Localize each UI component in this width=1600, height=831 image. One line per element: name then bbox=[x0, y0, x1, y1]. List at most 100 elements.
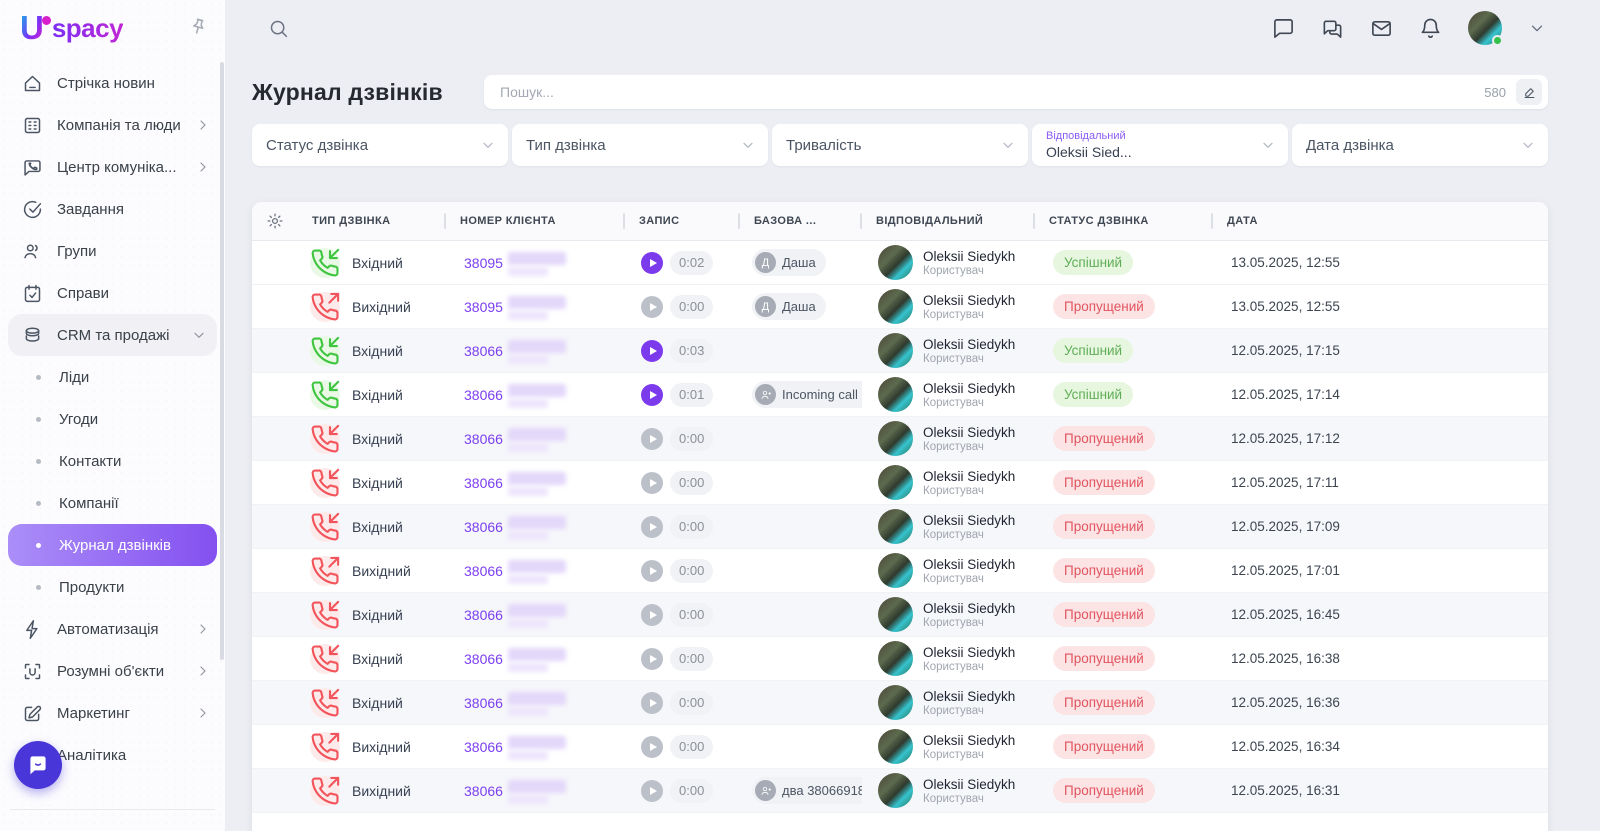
play-record-button[interactable] bbox=[641, 516, 663, 538]
call-table-row[interactable]: Вихідний 38066 0:00 Oleksii Siedykh Кори… bbox=[252, 549, 1548, 593]
client-number-link[interactable]: 38066 bbox=[464, 343, 503, 359]
client-number-link[interactable]: 38095 bbox=[464, 299, 503, 315]
call-type-label: Вихідний bbox=[352, 563, 411, 579]
sidebar-item-3[interactable]: Завдання bbox=[0, 188, 225, 230]
call-table-row[interactable]: Вхідний 38066 0:00 Oleksii Siedykh Корис… bbox=[252, 681, 1548, 725]
sidebar-item-5[interactable]: Справи bbox=[0, 272, 225, 314]
client-number-link[interactable]: 38066 bbox=[464, 695, 503, 711]
sidebar-subitem-9[interactable]: Контакти bbox=[0, 440, 225, 482]
mail-icon[interactable] bbox=[1370, 17, 1393, 40]
col-header-responsible[interactable]: ВІДПОВІДАЛЬНИЙ bbox=[862, 215, 1035, 227]
play-record-button[interactable] bbox=[641, 472, 663, 494]
call-table-row[interactable]: Вхідний 38066 0:00 Oleksii Siedykh Корис… bbox=[252, 593, 1548, 637]
smart-icon bbox=[22, 661, 43, 682]
duration-badge: 0:00 bbox=[670, 427, 713, 451]
play-record-button[interactable] bbox=[641, 736, 663, 758]
client-number-link[interactable]: 38066 bbox=[464, 783, 503, 799]
col-header-base[interactable]: БАЗОВА ... bbox=[740, 215, 862, 227]
play-record-button[interactable] bbox=[641, 296, 663, 318]
responsible-role: Користувач bbox=[923, 705, 1015, 717]
sidebar-item-6[interactable]: CRM та продажі bbox=[8, 314, 217, 356]
company-icon bbox=[22, 115, 43, 136]
filter-duration[interactable]: Тривалість bbox=[772, 124, 1028, 166]
call-table-row[interactable]: Вхідний 38095 0:02 Д Даша Oleksii Siedyk… bbox=[252, 241, 1548, 285]
sidebar-item-label: Центр комуніка... bbox=[57, 159, 177, 176]
global-search-icon[interactable] bbox=[268, 18, 289, 39]
responsible-role: Користувач bbox=[923, 265, 1015, 277]
call-table-row[interactable]: Вихідний 38066 0:00 Oleksii Siedykh Кори… bbox=[252, 725, 1548, 769]
sidebar-subitem-7[interactable]: Ліди bbox=[0, 356, 225, 398]
bell-icon[interactable] bbox=[1419, 17, 1442, 40]
base-contact-chip[interactable]: Д Даша bbox=[752, 249, 826, 276]
table-settings-button[interactable] bbox=[252, 212, 298, 230]
play-record-button[interactable] bbox=[641, 340, 663, 362]
comments-icon[interactable] bbox=[1272, 17, 1295, 40]
client-number-link[interactable]: 38066 bbox=[464, 387, 503, 403]
client-number-link[interactable]: 38066 bbox=[464, 475, 503, 491]
call-table-row[interactable]: Вихідний 38095 0:00 Д Даша Oleksii Siedy… bbox=[252, 285, 1548, 329]
sidebar-subitem-8[interactable]: Угоди bbox=[0, 398, 225, 440]
sidebar-item-0[interactable]: Стрічка новин bbox=[0, 62, 225, 104]
col-header-client-number[interactable]: НОМЕР КЛІЄНТА bbox=[446, 215, 625, 227]
client-number-link[interactable]: 38066 bbox=[464, 431, 503, 447]
play-record-button[interactable] bbox=[641, 560, 663, 582]
play-record-button[interactable] bbox=[641, 648, 663, 670]
sidebar-subitem-12[interactable]: Продукти bbox=[0, 566, 225, 608]
col-header-date[interactable]: ДАТА bbox=[1213, 215, 1548, 227]
call-type-label: Вихідний bbox=[352, 299, 411, 315]
client-number-link[interactable]: 38066 bbox=[464, 739, 503, 755]
sidebar-subitem-10[interactable]: Компанії bbox=[0, 482, 225, 524]
col-header-call-status[interactable]: СТАТУС ДЗВІНКА bbox=[1035, 215, 1213, 227]
filter-call-status[interactable]: Статус дзвінка bbox=[252, 124, 508, 166]
filter-responsible[interactable]: Відповідальний Oleksii Sied... bbox=[1032, 124, 1288, 166]
responsible-avatar bbox=[878, 465, 913, 500]
play-record-button[interactable] bbox=[641, 780, 663, 802]
call-table-row[interactable]: Вхідний 38066 0:03 Oleksii Siedykh Корис… bbox=[252, 329, 1548, 373]
user-avatar[interactable] bbox=[1468, 11, 1502, 45]
base-contact-chip[interactable]: Д Даша bbox=[752, 293, 826, 320]
phone-incoming-icon bbox=[310, 248, 340, 278]
responsible-avatar bbox=[878, 509, 913, 544]
messenger-icon[interactable] bbox=[1321, 17, 1344, 40]
play-record-button[interactable] bbox=[641, 384, 663, 406]
play-record-button[interactable] bbox=[641, 428, 663, 450]
search-input[interactable] bbox=[498, 83, 1484, 101]
status-badge: Пропущений bbox=[1053, 646, 1155, 671]
call-table-row[interactable]: Вихідний 38066 0:00 два 38066918 Oleksii… bbox=[252, 769, 1548, 813]
filter-call-date[interactable]: Дата дзвінка bbox=[1292, 124, 1548, 166]
base-contact-chip[interactable]: Incoming call 3 bbox=[752, 381, 862, 408]
client-number-link[interactable]: 38066 bbox=[464, 563, 503, 579]
sidebar-item-14[interactable]: Розумні об'єкти bbox=[0, 650, 225, 692]
client-number-link[interactable]: 38066 bbox=[464, 651, 503, 667]
clear-search-button[interactable] bbox=[1516, 79, 1542, 105]
sidebar-item-15[interactable]: Маркетинг bbox=[0, 692, 225, 734]
call-table-row[interactable]: Вхідний 38066 0:00 Oleksii Siedykh Корис… bbox=[252, 461, 1548, 505]
sidebar-scrollbar[interactable] bbox=[220, 62, 224, 660]
call-table-row[interactable]: Вхідний 38066 0:00 Oleksii Siedykh Корис… bbox=[252, 417, 1548, 461]
sidebar-item-label: Групи bbox=[57, 243, 96, 260]
call-date: 12.05.2025, 17:12 bbox=[1213, 431, 1548, 446]
sidebar-item-1[interactable]: Компанія та люди bbox=[0, 104, 225, 146]
call-table-row[interactable]: Вхідний 38066 0:00 Oleksii Siedykh Корис… bbox=[252, 637, 1548, 681]
client-number-link[interactable]: 38066 bbox=[464, 607, 503, 623]
call-table-row[interactable]: Вхідний 38066 0:00 Oleksii Siedykh Корис… bbox=[252, 505, 1548, 549]
play-record-button[interactable] bbox=[641, 692, 663, 714]
col-header-record[interactable]: ЗАПИС bbox=[625, 215, 740, 227]
pin-sidebar-icon[interactable] bbox=[185, 15, 212, 42]
filter-call-type[interactable]: Тип дзвінка bbox=[512, 124, 768, 166]
call-table-row[interactable]: Вхідний 38066 0:01 Incoming call 3 Oleks… bbox=[252, 373, 1548, 417]
uspacy-logo[interactable]: U spacy bbox=[20, 13, 123, 43]
client-number-link[interactable]: 38066 bbox=[464, 519, 503, 535]
sidebar-item-13[interactable]: Автоматизація bbox=[0, 608, 225, 650]
sidebar-item-2[interactable]: Центр комуніка... bbox=[0, 146, 225, 188]
profile-chevron-down-icon[interactable] bbox=[1528, 19, 1546, 37]
base-contact-chip[interactable]: два 38066918 bbox=[752, 777, 862, 804]
sidebar-subitem-11[interactable]: Журнал дзвінків bbox=[8, 524, 217, 566]
support-chat-button[interactable] bbox=[14, 741, 62, 789]
comm-icon bbox=[22, 157, 43, 178]
client-number-link[interactable]: 38095 bbox=[464, 255, 503, 271]
play-record-button[interactable] bbox=[641, 604, 663, 626]
sidebar-item-4[interactable]: Групи bbox=[0, 230, 225, 272]
play-record-button[interactable] bbox=[641, 252, 663, 274]
col-header-call-type[interactable]: ТИП ДЗВІНКА bbox=[298, 215, 446, 227]
